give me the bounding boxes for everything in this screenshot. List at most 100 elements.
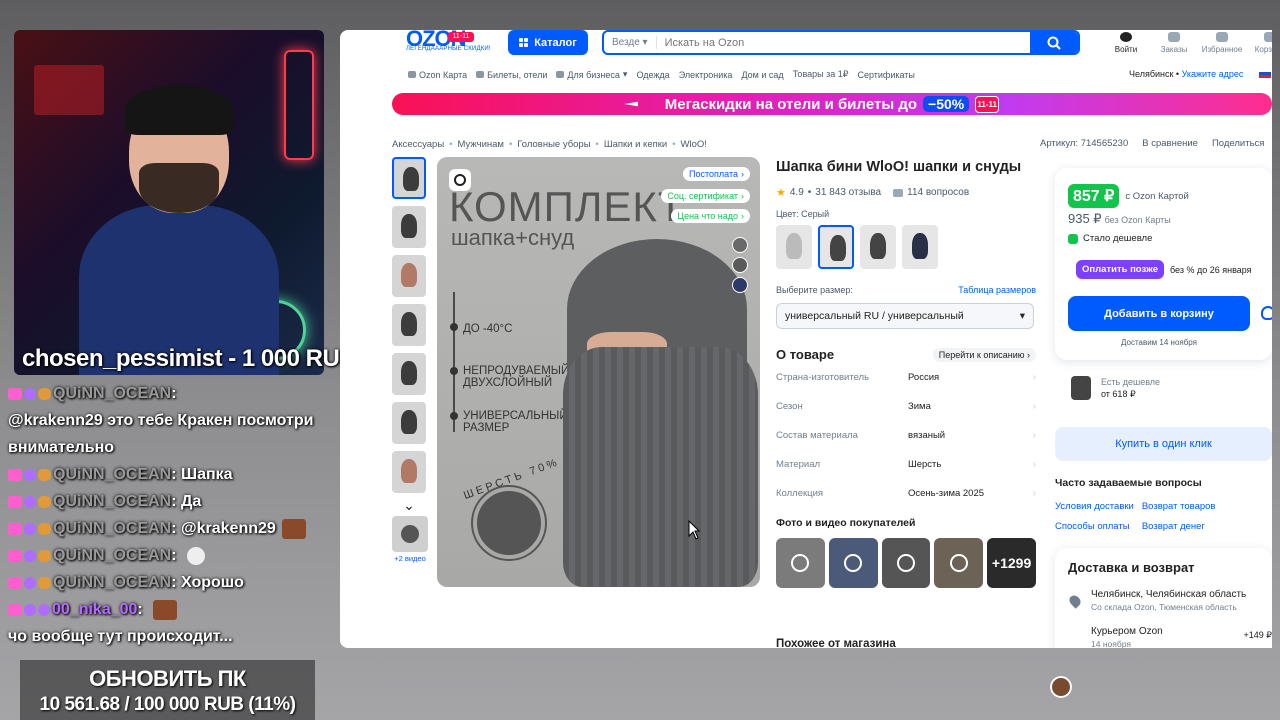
chevron-right-icon: ›	[1032, 488, 1036, 499]
thumbnail[interactable]	[392, 255, 426, 297]
orders-button[interactable]: Заказы	[1150, 30, 1198, 54]
similar-title: Похожее от магазина	[776, 638, 896, 648]
address-link[interactable]: Укажите адрес	[1182, 69, 1244, 79]
search-input[interactable]	[656, 36, 1030, 49]
chat-badges	[8, 603, 50, 616]
add-to-cart-button[interactable]: Добавить в корзину	[1068, 296, 1250, 331]
color-option-selected[interactable]	[818, 225, 854, 269]
chat-username[interactable]: QUiNN_OCEAN	[53, 569, 171, 596]
ugc-more[interactable]: +1299	[987, 538, 1036, 588]
login-button[interactable]: Войти	[1102, 30, 1150, 54]
search-bar: Везде ▾	[602, 30, 1080, 55]
product-main-image[interactable]: КОМПЛЕКТ шапка+снуд ДО -40°С НЕПРОДУВАЕМ…	[437, 157, 760, 587]
subnav-item-clothes[interactable]: Одежда	[636, 69, 669, 80]
donation-alert: chosen_pessimist - 1 000 RUB	[22, 345, 357, 372]
size-select[interactable]: универсальный RU / универсальный ▾	[776, 303, 1034, 329]
vip-badge-icon	[24, 495, 36, 508]
chat-message: QUiNN_OCEAN: @krakenn29 это тебе Кракен …	[8, 380, 338, 461]
spec-row[interactable]: Состав материала вязаный ›	[776, 430, 1036, 459]
pay-later-button[interactable]: Оплатить позже	[1076, 260, 1164, 279]
courier-option[interactable]: Курьером Ozon	[1091, 626, 1163, 637]
promo-banner[interactable]: Мегаскидки на отели и билеты до −50% 11-…	[392, 93, 1272, 115]
postpay-badge[interactable]: Постоплата ›	[683, 167, 750, 181]
spec-row[interactable]: Сезон Зима ›	[776, 401, 1036, 430]
card-icon	[408, 71, 416, 78]
chat-username[interactable]: 00_nika_00	[52, 596, 137, 623]
chat-username[interactable]: QUiNN_OCEAN	[53, 461, 171, 488]
faq-link[interactable]: Возврат товаров	[1142, 501, 1216, 512]
chat-badges	[8, 576, 51, 589]
to-description-link[interactable]: Перейти к описанию ›	[932, 347, 1036, 362]
good-price-badge[interactable]: Цена что надо ›	[671, 209, 750, 223]
one-click-button[interactable]: Купить в один клик	[1055, 427, 1272, 461]
faq-link[interactable]: Способы оплаты	[1055, 521, 1134, 532]
cart-icon	[1264, 32, 1272, 42]
delivery-city[interactable]: Челябинск, Челябинская область	[1091, 589, 1246, 600]
chevron-down-icon[interactable]: ⌄	[392, 498, 426, 514]
size-table-link[interactable]: Таблица размеров	[958, 285, 1036, 295]
subnav-item-tickets[interactable]: Билеты, отели	[476, 69, 547, 80]
vip-badge-icon	[24, 522, 36, 535]
subnav-item-1rub[interactable]: Товары за 1₽	[793, 69, 849, 80]
thumbnail[interactable]	[392, 353, 426, 395]
color-dots	[732, 237, 748, 293]
breadcrumb-item[interactable]: Аксессуары	[392, 139, 444, 150]
faq-link[interactable]: Условия доставки	[1055, 501, 1134, 512]
feature-dot	[450, 412, 458, 420]
banner-discount: −50%	[923, 96, 970, 112]
share-button[interactable]: Поделиться	[1212, 138, 1264, 149]
cheaper-offer[interactable]: Есть дешевле от 618 ₽	[1055, 368, 1272, 408]
color-option[interactable]	[902, 225, 938, 269]
breadcrumb-item[interactable]: Головные уборы	[517, 139, 590, 150]
subnav-item-ozon-card[interactable]: Ozon Карта	[408, 69, 467, 80]
video-thumbnail[interactable]	[392, 516, 428, 552]
subnav-item-business[interactable]: Для бизнеса ▾	[556, 69, 627, 80]
color-option[interactable]	[860, 225, 896, 269]
chat-username[interactable]: QUiNN_OCEAN	[53, 542, 171, 569]
rating-row[interactable]: ★ 4.9 • 31 843 отзыва 114 вопросов	[776, 186, 1036, 199]
breadcrumb-item[interactable]: WloO!	[681, 139, 707, 150]
thumbnail[interactable]	[392, 402, 426, 444]
header: OZON 11-11 ЛЕГЕНДАААРНЫЕ СКИДКИ! Каталог…	[340, 30, 1272, 60]
catalog-button[interactable]: Каталог	[508, 30, 588, 55]
faq-link[interactable]: Возврат денег	[1142, 521, 1216, 532]
reviews-count[interactable]: 31 843 отзыва	[815, 187, 881, 198]
compare-button[interactable]: В сравнение	[1142, 138, 1198, 149]
location[interactable]: Челябинск • Укажите адрес	[1129, 69, 1243, 79]
chat-username[interactable]: QUiNN_OCEAN	[53, 515, 171, 542]
questions-count[interactable]: 114 вопросов	[907, 187, 969, 198]
subnav-item-home[interactable]: Дом и сад	[741, 69, 783, 80]
spec-row[interactable]: Коллекция Осень-зима 2025 ›	[776, 488, 1036, 517]
thumbnail[interactable]	[392, 206, 426, 248]
breadcrumb-item[interactable]: Шапки и кепки	[604, 139, 667, 150]
cart-button[interactable]: Корзина	[1246, 30, 1272, 54]
play-icon	[844, 554, 863, 572]
social-cert-badge[interactable]: Соц. сертификат ›	[661, 189, 750, 203]
article-number[interactable]: Артикул: 714565230	[1040, 138, 1128, 149]
thumbnail[interactable]	[392, 304, 426, 346]
search-scope-select[interactable]: Везде ▾	[604, 36, 657, 49]
ugc-video[interactable]	[828, 538, 878, 588]
thumbnail[interactable]	[392, 451, 426, 493]
spec-row[interactable]: Материал Шерсть ›	[776, 459, 1036, 488]
favorites-button[interactable]: Избранное	[1198, 30, 1246, 54]
breadcrumb-item[interactable]: Мужчинам	[458, 139, 504, 150]
search-button[interactable]	[1030, 32, 1078, 53]
courier-date: 14 ноября	[1091, 639, 1131, 648]
spec-row[interactable]: Страна-изготовитель Россия ›	[776, 372, 1036, 401]
chat-username[interactable]: QUiNN_OCEAN	[53, 380, 171, 407]
color-option[interactable]	[776, 225, 812, 269]
offer-thumbnail	[1071, 376, 1091, 400]
thumbnail[interactable]	[392, 157, 426, 199]
lens-search-button[interactable]	[449, 169, 471, 191]
rating-value: 4.9	[789, 187, 804, 198]
video-count[interactable]: +2 видео	[392, 554, 428, 563]
ugc-video[interactable]	[881, 538, 931, 588]
subnav-item-certificates[interactable]: Сертификаты	[857, 69, 914, 80]
ugc-video[interactable]	[934, 538, 984, 588]
ugc-video[interactable]	[776, 538, 825, 588]
favorite-heart-icon[interactable]	[1261, 306, 1272, 320]
chat-username[interactable]: QUiNN_OCEAN	[53, 488, 171, 515]
subnav-item-electronics[interactable]: Электроника	[679, 69, 733, 80]
language-flag-icon[interactable]	[1259, 69, 1271, 78]
